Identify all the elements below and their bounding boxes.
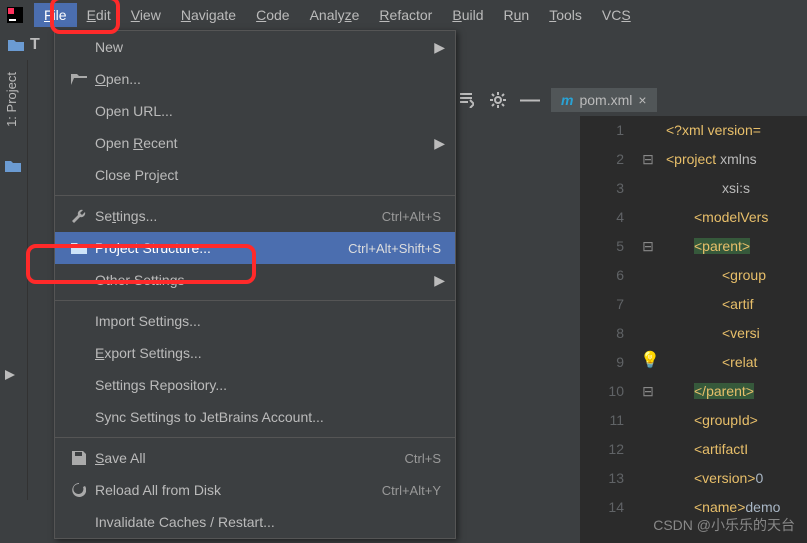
watermark-text: CSDN @小乐乐的天台 <box>653 515 795 535</box>
menu-view[interactable]: View <box>121 3 171 27</box>
menu-run[interactable]: Run <box>494 3 540 27</box>
minimize-icon[interactable]: — <box>519 89 541 111</box>
menu-new[interactable]: New ▶ <box>55 31 455 63</box>
menu-refactor[interactable]: Refactor <box>369 3 442 27</box>
menu-reload-from-disk[interactable]: Reload All from Disk Ctrl+Alt+Y <box>55 474 455 506</box>
shortcut-text: Ctrl+S <box>405 451 441 466</box>
left-tool-rail: 1: Project <box>0 60 28 500</box>
separator <box>55 437 455 438</box>
separator <box>55 195 455 196</box>
open-folder-icon <box>69 73 89 85</box>
shortcut-text: Ctrl+Alt+Y <box>382 483 441 498</box>
menu-open-url[interactable]: Open URL... <box>55 95 455 127</box>
fold-toggle-icon[interactable]: ⊟ <box>642 238 654 255</box>
file-menu-dropdown: New ▶ Open... Open URL... Open Recent ▶ … <box>54 30 456 539</box>
menu-import-settings[interactable]: Import Settings... <box>55 305 455 337</box>
menu-open-recent[interactable]: Open Recent ▶ <box>55 127 455 159</box>
menu-other-settings[interactable]: Other Settings ▶ <box>55 264 455 296</box>
close-tab-icon[interactable]: × <box>638 92 646 108</box>
menu-analyze[interactable]: Analyze <box>300 3 370 27</box>
menu-settings[interactable]: Settings... Ctrl+Alt+S <box>55 200 455 232</box>
menu-invalidate-caches[interactable]: Invalidate Caches / Restart... <box>55 506 455 538</box>
separator <box>55 300 455 301</box>
wrench-icon <box>69 209 89 223</box>
intellij-logo-icon <box>4 4 26 26</box>
maven-file-icon: m <box>561 92 573 108</box>
menu-project-structure[interactable]: Project Structure... Ctrl+Alt+Shift+S <box>55 232 455 264</box>
project-structure-icon <box>69 242 89 254</box>
menu-vcs[interactable]: VCS <box>592 3 641 27</box>
menubar: File Edit View Navigate Code Analyze Ref… <box>0 0 807 30</box>
breadcrumb-text: T <box>30 36 40 54</box>
chevron-right-icon: ▶ <box>434 39 445 56</box>
code-content: <?xml version= <project xmlns xsi:s <mod… <box>666 116 807 522</box>
chevron-right-icon: ▶ <box>434 135 445 152</box>
menu-file[interactable]: File <box>34 3 77 27</box>
select-opened-file-icon[interactable] <box>455 89 477 111</box>
reload-icon <box>69 483 89 497</box>
editor-tab-pom[interactable]: m pom.xml × <box>551 88 657 112</box>
shortcut-text: Ctrl+Alt+S <box>382 209 441 224</box>
editor-toolbar: — m pom.xml × <box>455 84 657 116</box>
intention-bulb-icon[interactable]: 💡 <box>640 350 660 370</box>
menu-settings-repository[interactable]: Settings Repository... <box>55 369 455 401</box>
fold-toggle-icon[interactable]: ⊟ <box>642 151 654 168</box>
shortcut-text: Ctrl+Alt+Shift+S <box>348 241 441 256</box>
menu-navigate[interactable]: Navigate <box>171 3 246 27</box>
save-icon <box>69 451 89 465</box>
menu-tools[interactable]: Tools <box>539 3 592 27</box>
chevron-right-icon: ▶ <box>434 272 445 289</box>
project-tool-tab[interactable]: 1: Project <box>0 60 23 139</box>
menu-close-project[interactable]: Close Project <box>55 159 455 191</box>
folder-icon <box>6 35 26 55</box>
fold-end-icon: ⊟ <box>642 383 654 400</box>
play-icon[interactable] <box>5 367 23 385</box>
folder-icon <box>5 159 23 177</box>
menu-export-settings[interactable]: Export Settings... <box>55 337 455 369</box>
gear-icon[interactable] <box>487 89 509 111</box>
tab-filename: pom.xml <box>579 92 632 108</box>
menu-sync-settings[interactable]: Sync Settings to JetBrains Account... <box>55 401 455 433</box>
line-gutter: 123 456 789 101112 1314 <box>580 116 634 522</box>
menu-code[interactable]: Code <box>246 3 299 27</box>
menu-edit[interactable]: Edit <box>77 3 121 27</box>
fold-column[interactable]: ⊟ ⊟ ⊟ <box>638 116 658 522</box>
menu-build[interactable]: Build <box>442 3 493 27</box>
code-editor[interactable]: 123 456 789 101112 1314 ⊟ ⊟ ⊟ 💡 <?xml ve… <box>580 116 807 543</box>
menu-open[interactable]: Open... <box>55 63 455 95</box>
menu-save-all[interactable]: Save All Ctrl+S <box>55 442 455 474</box>
